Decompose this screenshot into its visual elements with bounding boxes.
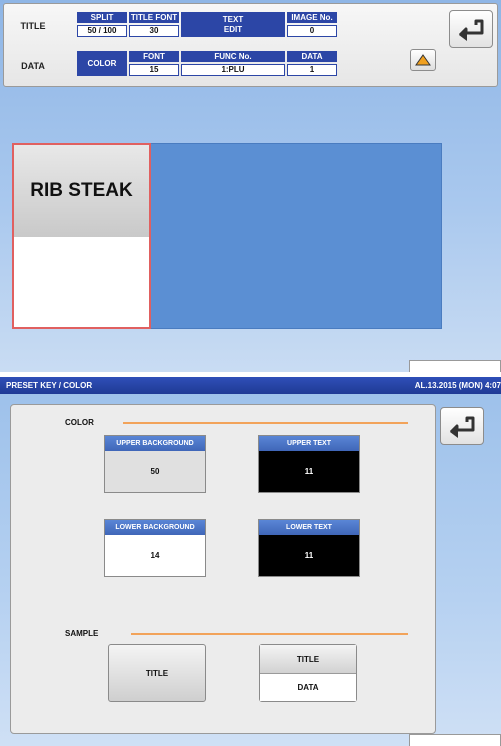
lower-text-value: 11 [259,535,359,576]
lower-background-label: LOWER BACKGROUND [105,520,205,535]
preset-key-lower [14,237,149,327]
title-font-value: 30 [129,25,179,37]
upper-text-label: UPPER TEXT [259,436,359,451]
return-arrow-icon [449,416,475,438]
lower-text-label: LOWER TEXT [259,520,359,535]
sample-split-data: DATA [260,674,356,701]
bottom-tab [409,734,501,746]
preset-key-color-screen: PRESET KEY / COLOR AL.13.2015 (MON) 4:07… [0,377,501,746]
top-tab [409,360,501,372]
text-edit-line2: EDIT [223,25,243,34]
status-bar: PRESET KEY / COLOR AL.13.2015 (MON) 4:07 [0,377,501,394]
preset-key-edit-screen: TITLE DATA SPLIT 50 / 100 TITLE FONT 30 … [0,0,501,372]
upper-text-button[interactable]: UPPER TEXT 11 [258,435,360,493]
sample-title-only: TITLE [108,644,206,702]
lower-background-button[interactable]: LOWER BACKGROUND 14 [104,519,206,577]
scroll-up-button[interactable] [410,49,436,71]
upper-text-value: 11 [259,451,359,492]
triangle-up-icon [415,54,431,66]
screen-title: PRESET KEY / COLOR [6,381,93,390]
data-field-value: 1 [287,64,337,76]
font-value: 15 [129,64,179,76]
image-no-value: 0 [287,25,337,37]
data-row-label: DATA [21,61,45,71]
color-section-label: COLOR [65,418,94,427]
upper-background-label: UPPER BACKGROUND [105,436,205,451]
color-section-divider [123,422,408,424]
preset-key-selected[interactable]: RIB STEAK [12,143,151,329]
upper-background-button[interactable]: UPPER BACKGROUND 50 [104,435,206,493]
font-label: FONT [129,51,179,62]
split-label: SPLIT [77,12,127,23]
text-edit-line1: TEXT [222,15,244,24]
title-row-label: TITLE [20,21,46,31]
sample-section-divider [131,633,408,635]
sample-split-title: TITLE [260,645,356,674]
key-parameters-bar: TITLE DATA SPLIT 50 / 100 TITLE FONT 30 … [3,3,498,87]
text-edit-button[interactable]: TEXT EDIT [181,12,285,37]
color-settings-panel: COLOR UPPER BACKGROUND 50 UPPER TEXT 11 … [10,404,436,734]
data-field-label: DATA [287,51,337,62]
func-no-label: FUNC No. [181,51,285,62]
return-arrow-icon [458,19,484,41]
title-font-label: TITLE FONT [129,12,179,23]
back-button-color[interactable] [440,407,484,445]
date-time: AL.13.2015 (MON) 4:07 [414,381,501,390]
upper-background-value: 50 [105,451,205,492]
preset-key-title: RIB STEAK [14,145,149,237]
lower-text-button[interactable]: LOWER TEXT 11 [258,519,360,577]
sample-title-data: TITLE DATA [259,644,357,702]
func-no-value: 1:PLU [181,64,285,76]
back-button[interactable] [449,10,493,48]
image-no-label: IMAGE No. [287,12,337,23]
lower-background-value: 14 [105,535,205,576]
split-value: 50 / 100 [77,25,127,37]
color-button[interactable]: COLOR [77,51,127,76]
sample-title-text: TITLE [145,668,169,678]
sample-section-label: SAMPLE [65,629,99,638]
